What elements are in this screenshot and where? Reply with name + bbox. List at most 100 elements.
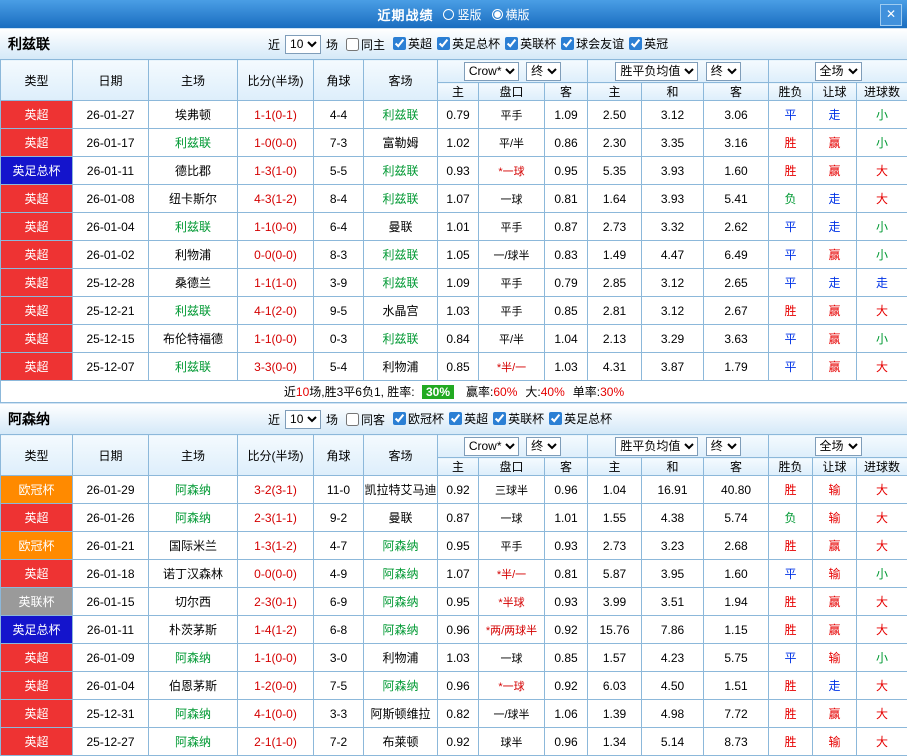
handicap-odds-home: 0.84 [438,325,479,353]
handicap-odds-away: 0.93 [545,588,588,616]
near-label: 近 [268,411,280,428]
avg-final-select[interactable]: 终 [706,437,741,456]
league-checkbox[interactable] [549,412,562,425]
avg-odds-draw: 4.23 [642,644,704,672]
league-type-badge: 英超 [1,269,73,297]
handicap-odds-home: 1.09 [438,269,479,297]
handicap-odds-home: 0.92 [438,728,479,756]
same-venue-checkbox[interactable] [346,413,359,426]
bookmaker-final-select[interactable]: 终 [526,62,561,81]
handicap-outcome: 走 [813,185,857,213]
handicap-odds-home: 1.01 [438,213,479,241]
handicap-line: 一球 [479,644,545,672]
avg-odds-draw: 3.93 [642,157,704,185]
match-count-select[interactable]: 10 [285,35,321,54]
radio-selected-icon[interactable] [492,9,503,20]
matches-label: 场 [326,411,338,428]
handicap-outcome: 赢 [813,588,857,616]
league-checkbox[interactable] [561,37,574,50]
league-filter[interactable]: 英冠 [624,35,668,52]
bookmaker-final-select[interactable]: 终 [526,437,561,456]
league-type-badge: 英超 [1,672,73,700]
league-checkbox[interactable] [393,37,406,50]
avg-odds-home: 2.85 [588,269,642,297]
score-halftime: 4-1(0-0) [238,700,314,728]
scope-select[interactable]: 全场 [815,437,862,456]
league-filter[interactable]: 英联杯 [500,35,556,52]
avg-header: 胜平负均值 终 [588,60,769,83]
result-outcome: 胜 [769,532,813,560]
league-filter[interactable]: 球会友谊 [556,35,624,52]
col-corner: 角球 [314,435,364,476]
avg-odds-away: 5.75 [704,644,769,672]
home-team: 利兹联 [149,129,238,157]
handicap-win-rate-label: 赢率: [466,385,493,399]
handicap-odds-away: 0.96 [545,476,588,504]
radio-vertical-layout[interactable]: 竖版 [443,6,481,23]
col-result: 胜负 [769,83,813,101]
col-home: 主场 [149,60,238,101]
over-rate: 大:40% [525,385,564,399]
handicap-line: *半/一 [479,353,545,381]
avg-odds-away: 1.60 [704,560,769,588]
avg-odds-draw: 7.86 [642,616,704,644]
corner-score: 7-5 [314,672,364,700]
goals-outcome: 大 [857,504,907,532]
match-date: 26-01-17 [73,129,149,157]
score-halftime: 2-1(1-0) [238,728,314,756]
league-checkbox[interactable] [629,37,642,50]
handicap-line: *一球 [479,672,545,700]
same-venue-checkbox[interactable] [346,38,359,51]
result-outcome: 胜 [769,476,813,504]
league-checkbox[interactable] [437,37,450,50]
league-label: 英足总杯 [452,35,500,52]
fulltime-header: 全场 [769,60,907,83]
close-button[interactable]: ✕ [880,4,902,26]
bookmaker-select[interactable]: Crow* [464,437,519,456]
bookmaker-select[interactable]: Crow* [464,62,519,81]
league-filter[interactable]: 欧冠杯 [388,410,444,427]
team-section: 阿森纳 近 10 场 同客 欧冠杯英超英联杯英足总杯 类型 日期 主场 比分(半… [0,403,907,756]
league-filter[interactable]: 英超 [388,35,432,52]
league-checkbox[interactable] [493,412,506,425]
same-venue-filter[interactable]: 同客 [341,411,385,428]
result-outcome: 胜 [769,616,813,644]
results-table: 类型 日期 主场 比分(半场) 角球 客场 Crow* 终 胜平负均值 终 全场 [0,434,907,756]
avg-select[interactable]: 胜平负均值 [615,62,698,81]
handicap-outcome: 赢 [813,353,857,381]
goals-outcome: 小 [857,325,907,353]
result-outcome: 胜 [769,157,813,185]
home-team: 利兹联 [149,213,238,241]
goals-outcome: 大 [857,728,907,756]
league-filter[interactable]: 英超 [444,410,488,427]
avg-final-select[interactable]: 终 [706,62,741,81]
league-checkbox[interactable] [393,412,406,425]
radio-unselected-icon[interactable] [443,9,454,20]
avg-odds-away: 2.67 [704,297,769,325]
avg-odds-home: 2.50 [588,101,642,129]
league-label: 英联杯 [520,35,556,52]
league-filter[interactable]: 英联杯 [488,410,544,427]
handicap-line: 平/半 [479,129,545,157]
radio-vertical-label: 竖版 [457,6,481,23]
league-filter[interactable]: 英足总杯 [432,35,500,52]
league-checkbox[interactable] [505,37,518,50]
league-filter[interactable]: 英足总杯 [544,410,612,427]
radio-horizontal-layout[interactable]: 横版 [492,6,530,23]
home-team: 利物浦 [149,241,238,269]
same-venue-filter[interactable]: 同主 [341,36,385,53]
league-checkbox[interactable] [449,412,462,425]
away-team: 富勒姆 [364,129,438,157]
avg-select[interactable]: 胜平负均值 [615,437,698,456]
col-odds-away: 客 [545,83,588,101]
corner-score: 3-0 [314,644,364,672]
avg-odds-away: 2.65 [704,269,769,297]
home-team: 埃弗顿 [149,101,238,129]
handicap-odds-away: 0.81 [545,560,588,588]
match-count-select[interactable]: 10 [285,410,321,429]
result-outcome: 平 [769,101,813,129]
goals-outcome: 大 [857,353,907,381]
league-type-badge: 英超 [1,101,73,129]
result-outcome: 平 [769,353,813,381]
scope-select[interactable]: 全场 [815,62,862,81]
